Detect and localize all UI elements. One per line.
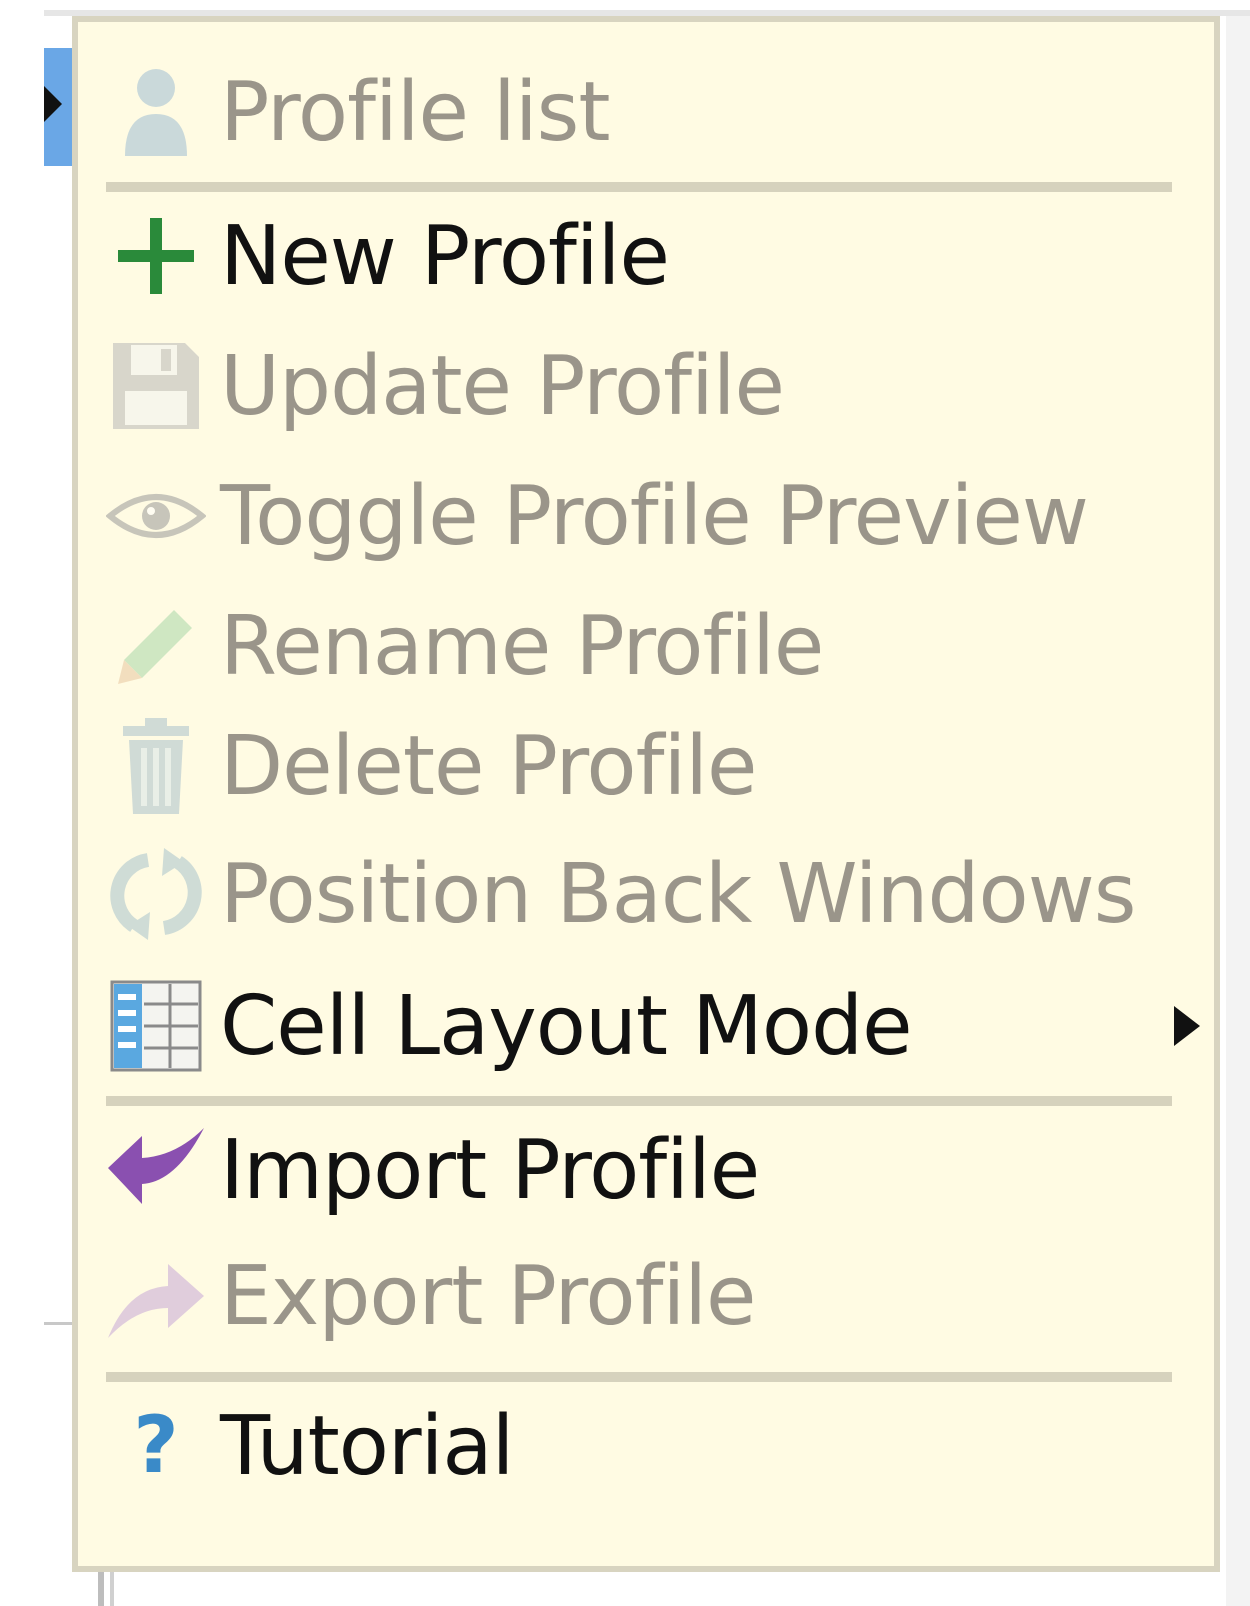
import-arrow-icon [106, 1115, 206, 1225]
menu-separator [106, 1372, 1172, 1382]
menu-item-tutorial[interactable]: ? Tutorial [106, 1384, 1186, 1508]
trash-icon [106, 711, 206, 821]
menu-header-label: Profile list [220, 64, 610, 160]
floppy-disk-icon [106, 331, 206, 441]
menu-item-new-profile[interactable]: New Profile [106, 194, 1186, 318]
expand-arrow-icon[interactable] [44, 86, 62, 122]
menu-item-label: Rename Profile [220, 598, 824, 694]
menu-header-profile-list: Profile list [106, 50, 1186, 174]
menu-item-label: Delete Profile [220, 718, 757, 814]
refresh-icon [106, 839, 206, 949]
submenu-arrow-icon [1174, 1006, 1200, 1046]
menu-item-delete-profile[interactable]: Delete Profile [106, 704, 1186, 828]
menu-item-import-profile[interactable]: Import Profile [106, 1108, 1186, 1232]
menu-item-label: Tutorial [220, 1398, 514, 1494]
menu-item-label: Export Profile [220, 1248, 756, 1344]
menu-item-label: New Profile [220, 208, 670, 304]
menu-item-label: Import Profile [220, 1122, 760, 1218]
menu-item-label: Position Back Windows [220, 846, 1137, 942]
menu-separator [106, 182, 1172, 192]
profile-context-menu: Profile list New Profile Update Profile [72, 16, 1220, 1572]
menu-item-label: Update Profile [220, 338, 785, 434]
plus-icon [106, 201, 206, 311]
question-icon: ? [133, 1401, 179, 1491]
background-divider-2 [110, 1572, 114, 1606]
menu-item-update-profile[interactable]: Update Profile [106, 324, 1186, 448]
background-divider [98, 1572, 104, 1606]
menu-item-position-back-windows[interactable]: Position Back Windows [106, 832, 1186, 956]
table-layout-icon [106, 971, 206, 1081]
menu-item-rename-profile[interactable]: Rename Profile [106, 584, 1186, 708]
pencil-icon [106, 591, 206, 701]
background-right-edge [1226, 16, 1250, 1606]
menu-item-label: Toggle Profile Preview [220, 468, 1089, 564]
user-icon [106, 57, 206, 167]
menu-item-cell-layout-mode[interactable]: Cell Layout Mode [106, 964, 1200, 1088]
export-arrow-icon [106, 1241, 206, 1351]
menu-item-toggle-profile-preview[interactable]: Toggle Profile Preview [106, 454, 1186, 578]
menu-separator [106, 1096, 1172, 1106]
menu-item-label: Cell Layout Mode [220, 978, 913, 1074]
eye-icon [106, 461, 206, 571]
menu-item-export-profile[interactable]: Export Profile [106, 1234, 1186, 1358]
